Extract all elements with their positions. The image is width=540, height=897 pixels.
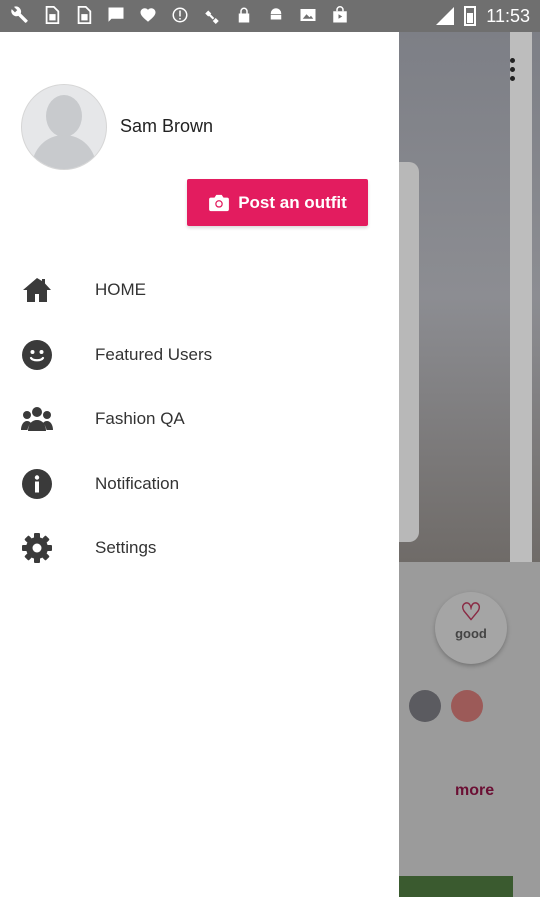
navigation-drawer: Sam Brown Post an outfit HOME Featured U…: [0, 32, 399, 897]
user-name[interactable]: Sam Brown: [120, 116, 213, 137]
menu-label: HOME: [95, 280, 146, 300]
avatar: [451, 690, 483, 722]
menu-item-settings[interactable]: Settings: [0, 516, 399, 581]
battery-icon: [464, 6, 477, 26]
smiley-icon: [21, 339, 53, 371]
signal-icon: [436, 7, 455, 25]
info-icon: [21, 468, 53, 500]
avatar: [409, 690, 441, 722]
profile-avatar[interactable]: [21, 84, 107, 170]
background-app-scrim[interactable]: ♡ good more: [399, 32, 540, 897]
photo-icon: [298, 6, 318, 26]
menu-item-featured-users[interactable]: Featured Users: [0, 323, 399, 388]
sim-icon: [74, 6, 94, 26]
menu-label: Settings: [95, 538, 157, 558]
heart-icon: [138, 6, 158, 26]
android-icon: [266, 6, 286, 26]
avatar-head: [46, 95, 82, 137]
notification-icons: [10, 6, 350, 26]
photo-figure: [399, 162, 419, 542]
post-outfit-button[interactable]: Post an outfit: [187, 179, 368, 226]
status-bar: 11:53: [0, 0, 540, 32]
camera-icon: [209, 194, 230, 211]
alert-icon: [170, 6, 190, 26]
post-outfit-label: Post an outfit: [238, 192, 347, 212]
sim-icon: [42, 6, 62, 26]
home-icon: [21, 274, 53, 306]
menu-item-home[interactable]: HOME: [0, 258, 399, 323]
menu-item-notification[interactable]: Notification: [0, 452, 399, 517]
good-button: ♡ good: [435, 592, 507, 664]
gear-icon: [21, 532, 53, 564]
status-time: 11:53: [486, 6, 530, 26]
menu-label: Notification: [95, 473, 180, 493]
heart-outline-icon: ♡: [460, 599, 482, 626]
outfit-photo: [399, 32, 540, 562]
background-green-button: [399, 876, 513, 897]
drawer-menu: HOME Featured Users Fashion QA Notificat…: [0, 258, 399, 581]
chat-icon: [106, 6, 126, 26]
background-panel: ♡ good more: [399, 562, 540, 867]
users-group-icon: [21, 403, 53, 435]
shopping-bag-icon: [330, 6, 350, 26]
avatar-body: [32, 135, 96, 169]
good-label: good: [455, 626, 487, 641]
status-right: 11:53: [436, 6, 530, 26]
menu-label: Fashion QA: [95, 409, 185, 429]
photo-frame: [510, 32, 532, 562]
satellite-icon: [202, 6, 222, 26]
menu-label: Featured Users: [95, 344, 213, 364]
overflow-menu-icon: [510, 58, 516, 81]
more-link: more: [455, 782, 495, 799]
lock-icon: [234, 6, 254, 26]
menu-item-fashion-qa[interactable]: Fashion QA: [0, 387, 399, 452]
wrench-icon: [10, 6, 30, 26]
